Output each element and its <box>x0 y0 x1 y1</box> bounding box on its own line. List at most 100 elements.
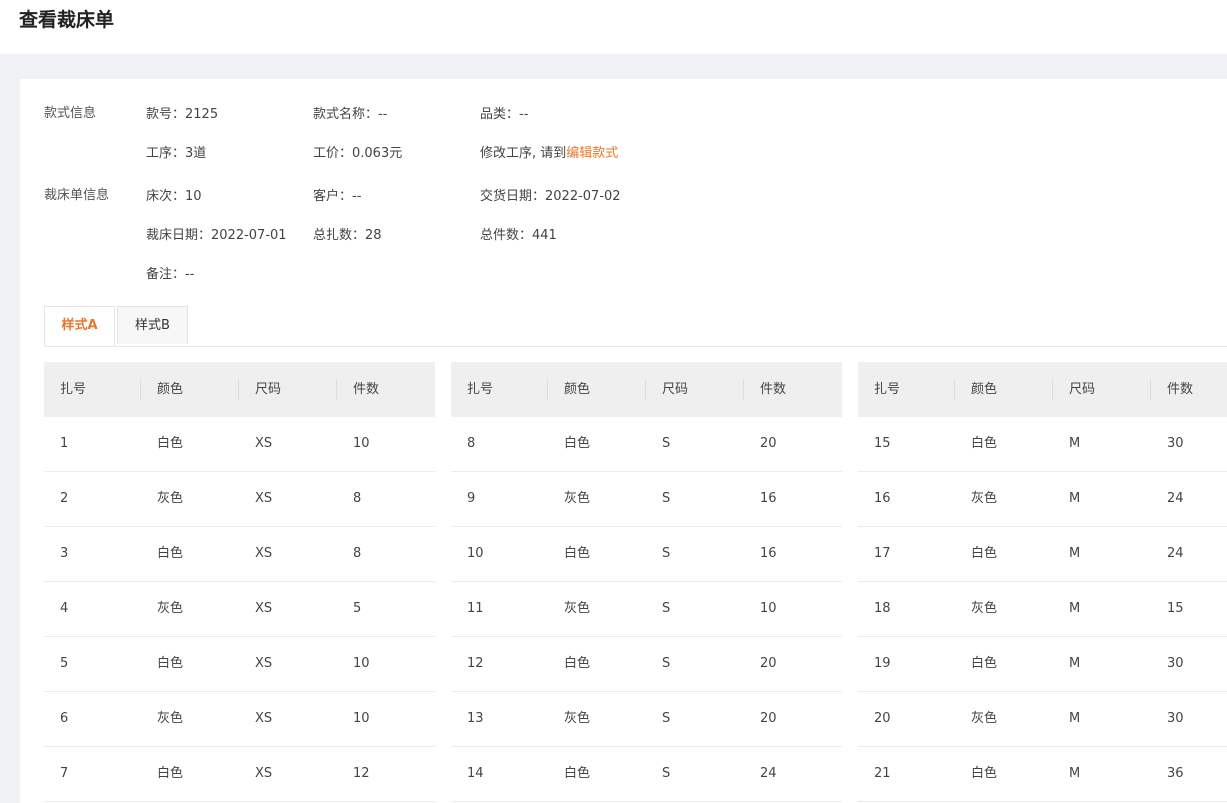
size-cell: S <box>662 546 671 561</box>
color-cell: 灰色 <box>564 711 591 726</box>
quantity-cell: 30 <box>1167 711 1184 726</box>
column-divider <box>547 379 548 401</box>
table-row: 10 白色 S 16 <box>451 527 842 582</box>
size-cell: XS <box>255 601 273 616</box>
table-row: 21 白色 M 36 <box>858 747 1227 802</box>
table-row: 14 白色 S 24 <box>451 747 842 802</box>
table-row: 15 白色 M 30 <box>858 417 1227 472</box>
size-cell: XS <box>255 546 273 561</box>
style-info-label: 款式信息 <box>44 106 97 121</box>
quantity-cell: 8 <box>353 546 362 561</box>
quantity-header: 件数 <box>1167 382 1194 397</box>
color-cell: 灰色 <box>971 491 998 506</box>
size-cell: M <box>1069 656 1081 671</box>
size-cell: XS <box>255 656 273 671</box>
customer: 客户：-- <box>313 189 362 204</box>
bundle-no-cell: 5 <box>60 656 69 671</box>
quantity-cell: 20 <box>760 436 777 451</box>
bed-number: 床次：10 <box>146 189 202 204</box>
bundle-no-cell: 8 <box>467 436 476 451</box>
bundle-no-cell: 3 <box>60 546 69 561</box>
size-cell: S <box>662 436 671 451</box>
piece-total: 总件数：441 <box>480 228 557 243</box>
color-cell: 白色 <box>971 546 998 561</box>
color-cell: 白色 <box>564 656 591 671</box>
quantity-cell: 24 <box>760 766 777 781</box>
size-cell: S <box>662 766 671 781</box>
color-cell: 白色 <box>157 656 184 671</box>
table-row: 13 灰色 S 20 <box>451 692 842 747</box>
size-cell: XS <box>255 491 273 506</box>
bundle-no-cell: 15 <box>874 436 891 451</box>
size-cell: M <box>1069 546 1081 561</box>
table-row: 2 灰色 XS 8 <box>44 472 435 527</box>
quantity-cell: 24 <box>1167 491 1184 506</box>
table-row: 9 灰色 S 16 <box>451 472 842 527</box>
bundle-no-cell: 1 <box>60 436 69 451</box>
bundle-no-cell: 2 <box>60 491 69 506</box>
bundle-no-cell: 10 <box>467 546 484 561</box>
edit-style-link[interactable]: 编辑款式 <box>566 146 618 161</box>
table-row: 4 灰色 XS 5 <box>44 582 435 637</box>
quantity-cell: 10 <box>760 601 777 616</box>
style-number: 款号：2125 <box>146 107 219 122</box>
color-header: 颜色 <box>971 382 998 397</box>
bundle-table: 扎号 颜色 尺码 件数 1 白色 XS 10 2 灰色 XS 8 3 白色 XS 8 4 灰色 XS 5 5 白色 XS 10… <box>44 362 435 802</box>
edit-process-hint: 修改工序, 请到编辑款式 <box>480 145 618 163</box>
quantity-cell: 15 <box>1167 601 1184 616</box>
size-cell: M <box>1069 766 1081 781</box>
quantity-cell: 20 <box>760 711 777 726</box>
quantity-cell: 8 <box>353 491 362 506</box>
quantity-header: 件数 <box>760 382 787 397</box>
quantity-cell: 16 <box>760 491 777 506</box>
column-divider <box>743 379 744 401</box>
bundle-no-cell: 14 <box>467 766 484 781</box>
size-cell: S <box>662 656 671 671</box>
color-cell: 白色 <box>564 546 591 561</box>
column-divider <box>336 379 337 401</box>
bundle-no-header: 扎号 <box>874 382 901 397</box>
quantity-header: 件数 <box>353 382 380 397</box>
table-row: 12 白色 S 20 <box>451 637 842 692</box>
table-row: 20 灰色 M 30 <box>858 692 1227 747</box>
column-divider <box>238 379 239 401</box>
size-cell: M <box>1069 491 1081 506</box>
tab-style-b[interactable]: 样式B <box>117 306 188 344</box>
table-header: 扎号 颜色 尺码 件数 <box>451 362 842 417</box>
style-tabs: 样式A 样式B <box>44 306 1227 347</box>
column-divider <box>140 379 141 401</box>
color-cell: 白色 <box>971 766 998 781</box>
remark: 备注：-- <box>146 267 195 282</box>
quantity-cell: 5 <box>353 601 362 616</box>
bundle-no-header: 扎号 <box>467 382 494 397</box>
quantity-cell: 10 <box>353 711 370 726</box>
bundle-no-cell: 21 <box>874 766 891 781</box>
color-header: 颜色 <box>157 382 184 397</box>
bundle-total: 总扎数：28 <box>313 228 382 243</box>
process-count: 工序：3道 <box>146 146 207 161</box>
tab-style-a[interactable]: 样式A <box>44 306 115 346</box>
size-cell: M <box>1069 601 1081 616</box>
color-cell: 白色 <box>157 546 184 561</box>
color-cell: 灰色 <box>971 711 998 726</box>
bundle-no-cell: 11 <box>467 601 484 616</box>
size-cell: XS <box>255 436 273 451</box>
category: 品类：-- <box>480 107 529 122</box>
table-row: 3 白色 XS 8 <box>44 527 435 582</box>
table-row: 5 白色 XS 10 <box>44 637 435 692</box>
bundle-table: 扎号 颜色 尺码 件数 15 白色 M 30 16 灰色 M 24 17 白色 M 24 18 灰色 M 15 19 白色… <box>858 362 1227 802</box>
table-row: 8 白色 S 20 <box>451 417 842 472</box>
column-divider <box>645 379 646 401</box>
quantity-cell: 24 <box>1167 546 1184 561</box>
size-cell: S <box>662 711 671 726</box>
table-row: 18 灰色 M 15 <box>858 582 1227 637</box>
size-cell: S <box>662 601 671 616</box>
top-bar: 查看裁床单 <box>0 0 1227 54</box>
color-header: 颜色 <box>564 382 591 397</box>
quantity-cell: 10 <box>353 656 370 671</box>
bundle-no-cell: 9 <box>467 491 476 506</box>
color-cell: 白色 <box>564 766 591 781</box>
color-cell: 灰色 <box>157 601 184 616</box>
bundle-no-cell: 16 <box>874 491 891 506</box>
table-row: 6 灰色 XS 10 <box>44 692 435 747</box>
